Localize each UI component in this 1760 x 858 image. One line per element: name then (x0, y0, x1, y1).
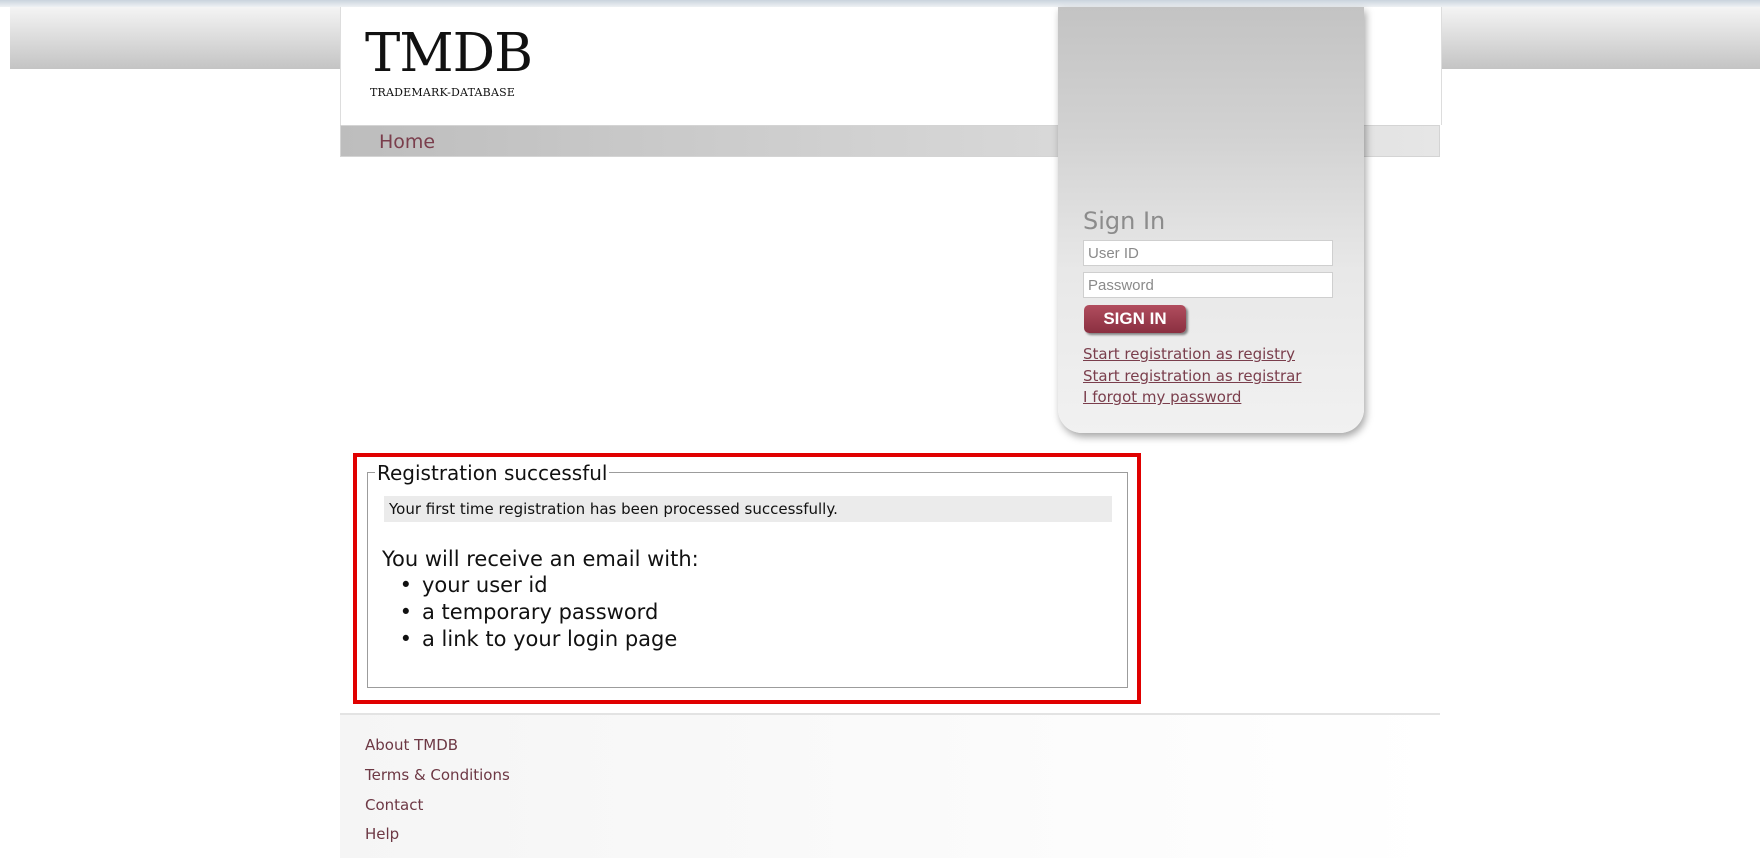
bullet-icon: • (399, 600, 412, 624)
page-footer (340, 713, 1440, 858)
list-item: • a temporary password (382, 599, 677, 626)
bullet-icon: • (399, 573, 412, 597)
registration-legend: Registration successful (375, 461, 610, 485)
signin-panel: Sign In SIGN IN Start registration as re… (1058, 7, 1364, 433)
logo-title: TMDB (365, 23, 533, 84)
register-registry-link[interactable]: Start registration as registry (1083, 345, 1295, 363)
register-registrar-link[interactable]: Start registration as registrar (1083, 367, 1301, 385)
footer-link-help[interactable]: Help (365, 825, 399, 843)
tmdb-logo[interactable]: TMDB TRADEMARK-DATABASE (365, 24, 545, 104)
signin-title: Sign In (1083, 207, 1166, 235)
list-item-text: a temporary password (422, 600, 659, 624)
list-item: • your user id (382, 572, 677, 599)
bullet-icon: • (399, 627, 412, 651)
password-input[interactable] (1083, 272, 1333, 298)
header-band-left (10, 7, 340, 69)
top-border-line (0, 0, 1760, 7)
user-id-input[interactable] (1083, 240, 1333, 266)
signin-button[interactable]: SIGN IN (1084, 305, 1186, 333)
nav-home-link[interactable]: Home (379, 131, 435, 153)
list-item: • a link to your login page (382, 626, 678, 653)
footer-link-contact[interactable]: Contact (365, 796, 423, 814)
footer-link-terms[interactable]: Terms & Conditions (365, 766, 510, 784)
email-intro-text: You will receive an email with: (382, 547, 699, 571)
success-message: Your first time registration has been pr… (389, 500, 838, 518)
list-item-text: a link to your login page (422, 627, 678, 651)
list-item-text: your user id (422, 573, 548, 597)
footer-link-about[interactable]: About TMDB (365, 736, 458, 754)
logo-subtitle: TRADEMARK-DATABASE (370, 86, 516, 99)
forgot-password-link[interactable]: I forgot my password (1083, 388, 1241, 406)
email-items-list: • your user id • a temporary password • a l… (382, 572, 678, 653)
header-band-right (1440, 7, 1760, 69)
